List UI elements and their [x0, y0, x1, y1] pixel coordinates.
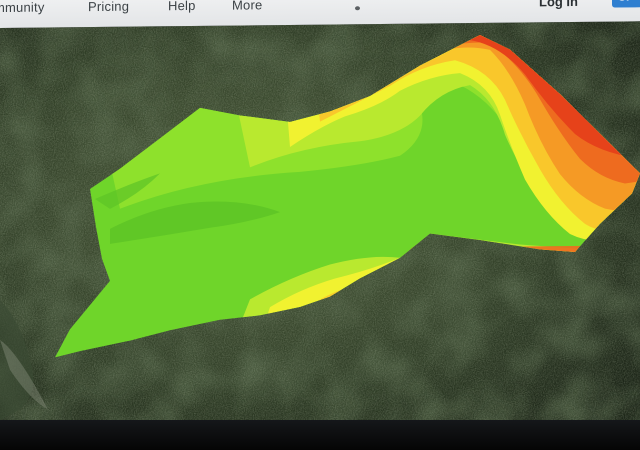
- monitor-bezel: [0, 420, 640, 450]
- nav-link-more[interactable]: More: [232, 0, 262, 13]
- login-link[interactable]: Log In: [539, 0, 578, 9]
- nav-indicator-dot: [355, 6, 360, 11]
- monitor-photo: mmunity Pricing Help More Log In Si: [0, 0, 640, 450]
- browser-screen: mmunity Pricing Help More Log In Si: [0, 0, 640, 428]
- map-canvas[interactable]: [0, 21, 640, 428]
- signup-button[interactable]: Si: [612, 0, 640, 8]
- nav-link-pricing[interactable]: Pricing: [88, 0, 129, 14]
- map-view[interactable]: [0, 21, 640, 428]
- nav-link-help[interactable]: Help: [168, 0, 196, 13]
- nav-link-community[interactable]: mmunity: [0, 0, 45, 15]
